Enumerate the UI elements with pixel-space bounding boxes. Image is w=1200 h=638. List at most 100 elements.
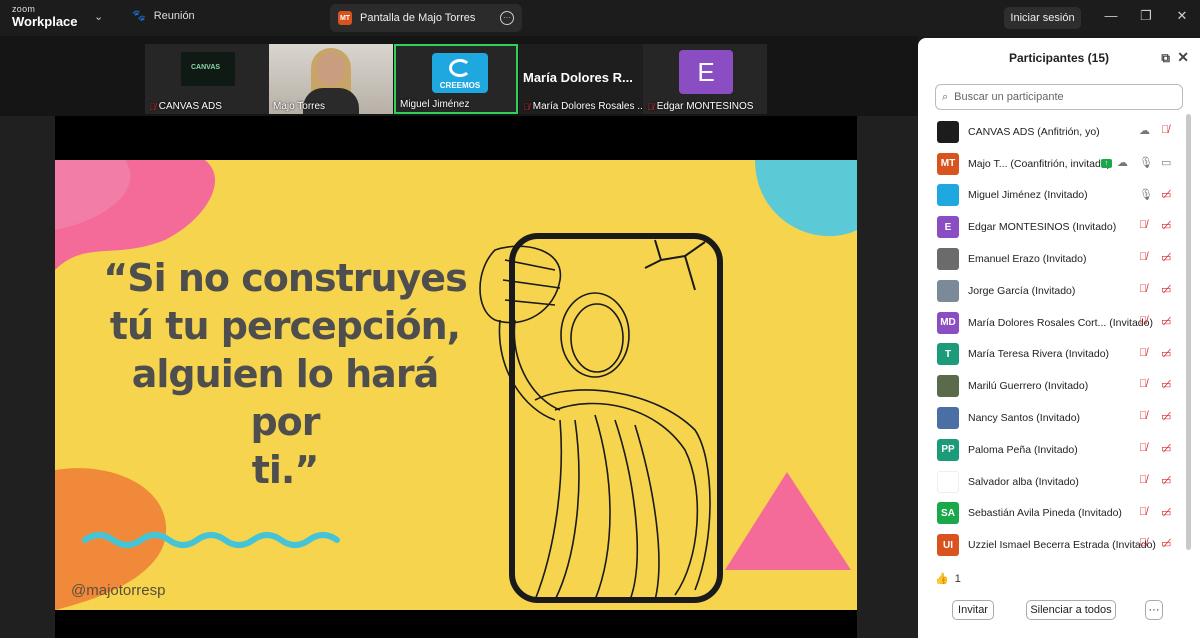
mic-muted-icon[interactable]: 🎙̸: [1139, 442, 1147, 454]
video-off-icon[interactable]: ▭̸: [1161, 347, 1171, 360]
participant-row[interactable]: PP Paloma Peña (Invitado) 🎙̸ ▭̸: [918, 434, 1200, 466]
panel-title: Participantes (15): [1008, 51, 1110, 65]
screen-share-icon[interactable]: ↑: [1101, 158, 1112, 168]
shared-screen-area: “Si no construyes tú tu percepción, algu…: [0, 116, 918, 638]
mic-muted-icon[interactable]: 🎙̸: [1139, 474, 1147, 486]
participant-row[interactable]: Marilú Guerrero (Invitado) 🎙̸ ▭̸: [918, 370, 1200, 402]
participant-name: Emanuel Erazo (Invitado): [968, 253, 1087, 266]
search-participant-field[interactable]: ⌕ Buscar un participante: [935, 84, 1183, 110]
brand-small: zoom: [12, 4, 36, 14]
more-button[interactable]: ···: [1145, 600, 1163, 620]
presentation-slide: “Si no construyes tú tu percepción, algu…: [55, 160, 857, 610]
mic-muted-icon[interactable]: 🎙̸: [1139, 378, 1147, 390]
participants-panel: Participantes (15) ⧉ ✕ ⌕ Buscar un parti…: [918, 38, 1200, 638]
participant-row[interactable]: SA Sebastián Avila Pineda (Invitado) 🎙̸ ▭̸: [918, 498, 1200, 530]
video-off-icon[interactable]: ▭̸: [1161, 315, 1171, 328]
participant-row[interactable]: MD María Dolores Rosales Cort... (Invitad…: [918, 307, 1200, 339]
mute-all-button[interactable]: Silenciar a todos: [1026, 600, 1116, 620]
tile-name: Majo Torres: [273, 101, 325, 112]
meeting-label: Reunión: [153, 9, 195, 22]
participant-list: CANVAS ADS (Anfitrión, yo) ☁ 🎙̸ MT Majo T...…: [918, 116, 1200, 561]
participant-row[interactable]: E Edgar MONTESINOS (Invitado) 🎙̸ ▭̸: [918, 211, 1200, 243]
chevron-down-icon[interactable]: ⌄: [94, 10, 103, 23]
video-tile-majo-torres[interactable]: Majo Torres: [269, 44, 393, 114]
close-window-icon[interactable]: ✕: [1172, 8, 1192, 24]
participant-row[interactable]: Emanuel Erazo (Invitado) 🎙̸ ▭̸: [918, 243, 1200, 275]
tile-name: 🎙̸ Edgar MONTESINOS: [647, 101, 753, 112]
video-off-icon[interactable]: ▭̸: [1161, 410, 1171, 423]
video-tile-edgar-montesinos[interactable]: E 🎙̸ Edgar MONTESINOS: [643, 44, 767, 114]
video-off-icon[interactable]: ▭̸: [1161, 251, 1171, 264]
mic-muted-icon[interactable]: 🎙̸: [1139, 537, 1147, 549]
participant-row[interactable]: Salvador alba (Invitado) 🎙̸ ▭̸: [918, 466, 1200, 498]
tile-name-text: María Dolores Rosales ...: [532, 101, 643, 112]
video-tile-miguel-jimenez[interactable]: CREEMOS Miguel Jiménez: [394, 44, 518, 114]
minimize-icon[interactable]: —: [1101, 8, 1121, 23]
mic-muted-icon[interactable]: 🎙̸: [1161, 124, 1169, 136]
participant-name: María Teresa Rivera (Invitado): [968, 348, 1110, 361]
search-placeholder: Buscar un participante: [954, 91, 1064, 103]
tile-name-text: Miguel Jiménez: [400, 99, 470, 110]
thumbs-up-icon: 👍: [935, 573, 949, 585]
cloud-icon[interactable]: ☁: [1117, 156, 1128, 169]
screen-share-tab[interactable]: MT Pantalla de Majo Torres ···: [330, 4, 522, 32]
title-bar: zoom Workplace ⌄ 🐾 Reunión MT Pantalla d…: [0, 0, 1200, 36]
mic-muted-icon[interactable]: 🎙̸: [1139, 315, 1147, 327]
video-off-icon[interactable]: ▭̸: [1161, 537, 1171, 550]
mic-muted-icon[interactable]: 🎙̸: [1139, 410, 1147, 422]
participant-row[interactable]: Jorge García (Invitado) 🎙̸ ▭̸: [918, 275, 1200, 307]
participant-row[interactable]: CANVAS ADS (Anfitrión, yo) ☁ 🎙̸: [918, 116, 1200, 148]
mic-muted-icon[interactable]: 🎙̸: [1139, 506, 1147, 518]
mic-icon[interactable]: 🎙: [1139, 156, 1153, 169]
tile-name: 🎙̸ CANVAS ADS: [149, 101, 222, 112]
video-off-icon[interactable]: ▭̸: [1161, 378, 1171, 391]
participant-row[interactable]: MT Majo T... (Coanfitrión, invitado) ↑ ☁ 🎙 ▭: [918, 148, 1200, 180]
avatar: [937, 407, 959, 430]
mic-muted-icon[interactable]: 🎙̸: [1139, 251, 1147, 263]
scrollbar[interactable]: [1186, 114, 1191, 550]
more-options-icon[interactable]: ···: [500, 11, 514, 25]
brand-big: Workplace: [12, 14, 78, 29]
video-tile-maria-dolores[interactable]: María Dolores R... 🎙̸ María Dolores Rosal…: [519, 44, 643, 114]
participant-name: Edgar MONTESINOS (Invitado): [968, 221, 1117, 234]
zoom-workplace-logo[interactable]: zoom Workplace: [12, 4, 78, 29]
video-tile-canvas-ads[interactable]: CANVAS 🎙̸ CANVAS ADS: [145, 44, 269, 114]
video-off-icon[interactable]: ▭̸: [1161, 474, 1171, 487]
avatar: [937, 375, 959, 398]
sign-in-button[interactable]: Iniciar sesión: [1004, 7, 1081, 29]
video-off-icon[interactable]: ▭̸: [1161, 506, 1171, 519]
cloud-icon[interactable]: ☁: [1139, 124, 1150, 137]
participant-row[interactable]: Nancy Santos (Invitado) 🎙̸ ▭̸: [918, 402, 1200, 434]
mic-muted-icon[interactable]: 🎙̸: [1139, 347, 1147, 359]
canvas-logo-text: CANVAS: [191, 64, 221, 71]
tile-name-text: CANVAS ADS: [158, 101, 222, 112]
video-off-icon[interactable]: ▭̸: [1161, 283, 1171, 296]
close-icon[interactable]: ✕: [1177, 49, 1189, 66]
pop-out-icon[interactable]: ⧉: [1161, 51, 1170, 66]
slide-quote: “Si no construyes tú tu percepción, algu…: [95, 254, 475, 494]
tile-name-text: Edgar MONTESINOS: [656, 101, 754, 112]
mic-muted-icon[interactable]: 🎙̸: [1139, 283, 1147, 295]
participant-name: Salvador alba (Invitado): [968, 475, 1079, 488]
invite-button[interactable]: Invitar: [952, 600, 994, 620]
slide-handle: @majotorresp: [71, 582, 166, 599]
participant-name: Sebastián Avila Pineda (Invitado): [968, 507, 1122, 520]
mic-muted-icon[interactable]: 🎙̸: [1139, 219, 1147, 231]
participant-row[interactable]: T María Teresa Rivera (Invitado) 🎙̸ ▭̸: [918, 339, 1200, 371]
video-off-icon[interactable]: ▭̸: [1161, 219, 1171, 232]
participant-row[interactable]: Miguel Jiménez (Invitado) 🎙 ▭̸: [918, 180, 1200, 212]
restore-icon[interactable]: ❐: [1136, 8, 1156, 24]
video-off-icon[interactable]: ▭̸: [1161, 188, 1171, 201]
meeting-button[interactable]: 🐾 Reunión: [132, 9, 195, 23]
participant-name: Miguel Jiménez (Invitado): [968, 189, 1088, 202]
participant-row[interactable]: UI Uzziel Ismael Becerra Estrada (Invitad…: [918, 529, 1200, 561]
video-icon[interactable]: ▭: [1161, 156, 1171, 169]
tile-big-name: María Dolores R...: [523, 70, 633, 85]
mic-icon[interactable]: 🎙: [1139, 188, 1153, 201]
avatar: [937, 120, 959, 143]
reaction-counter: 👍 1: [935, 572, 961, 586]
shared-screen[interactable]: “Si no construyes tú tu percepción, algu…: [55, 116, 857, 638]
avatar: MT: [937, 152, 959, 175]
quote-line: tú tu percepción,: [109, 304, 461, 348]
video-off-icon[interactable]: ▭̸: [1161, 442, 1171, 455]
